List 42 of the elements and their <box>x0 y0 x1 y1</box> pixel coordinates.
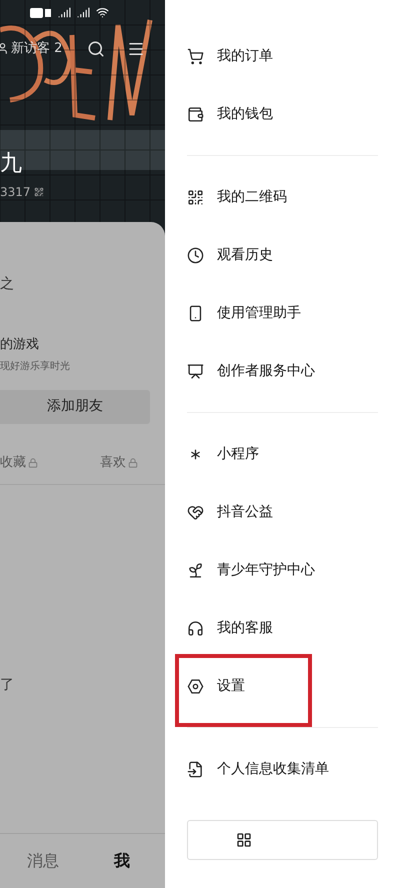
nav-tab[interactable]: 我 <box>114 849 130 873</box>
phone-icon <box>187 304 204 322</box>
settings-icon <box>187 678 204 694</box>
menu-item[interactable]: 使用管理助手 <box>217 302 301 324</box>
add-friend-button[interactable]: 添加朋友 <box>0 390 150 424</box>
chart-monitor-icon <box>187 362 204 380</box>
card-text: 之 <box>0 275 15 294</box>
menu-item[interactable]: 我的客服 <box>217 618 273 638</box>
profile-tab[interactable]: 喜欢 <box>100 452 138 472</box>
menu-item[interactable]: 我的钱包 <box>217 104 273 124</box>
signal-icon <box>77 6 90 19</box>
menu-item[interactable]: 我的二维码 <box>217 186 287 208</box>
menu-item[interactable]: 小程序 <box>217 444 259 464</box>
menu-item[interactable]: 抖音公益 <box>217 502 273 522</box>
profile-tab[interactable]: 收藏 <box>0 452 100 472</box>
card-text: 了 <box>0 676 15 694</box>
qr-code-icon <box>187 188 204 206</box>
menu-item[interactable]: 个人信息收集清单 <box>217 758 329 780</box>
cart-icon <box>187 48 204 64</box>
profile-name: 九 <box>0 152 23 174</box>
game-subtitle: 现好游乐享时光 <box>0 360 71 374</box>
grid-icon <box>236 832 252 848</box>
game-title: 的游戏 <box>0 336 40 354</box>
signal-icon <box>58 6 71 19</box>
menu-item[interactable]: 创作者服务中心 <box>217 360 315 382</box>
person-icon <box>0 42 9 56</box>
document-arrow-icon <box>187 760 204 778</box>
hd-icon <box>30 8 52 18</box>
profile-id: 3317 <box>0 184 31 200</box>
wallet-icon <box>187 106 204 122</box>
menu-item[interactable]: 青少年守护中心 <box>217 560 315 580</box>
menu-item[interactable]: 观看历史 <box>217 244 273 266</box>
sprout-icon <box>187 562 204 578</box>
visitor-label[interactable]: 新访客 2 <box>11 39 62 58</box>
heart-hand-icon <box>187 504 204 520</box>
menu-item[interactable]: 我的订单 <box>217 46 273 66</box>
qr-code-icon[interactable] <box>34 186 44 196</box>
clock-icon <box>187 246 204 264</box>
menu-item[interactable]: 设置 <box>217 676 245 696</box>
headset-icon <box>187 620 204 636</box>
nav-tab[interactable]: 消息 <box>27 849 59 873</box>
search-icon[interactable] <box>87 40 105 58</box>
